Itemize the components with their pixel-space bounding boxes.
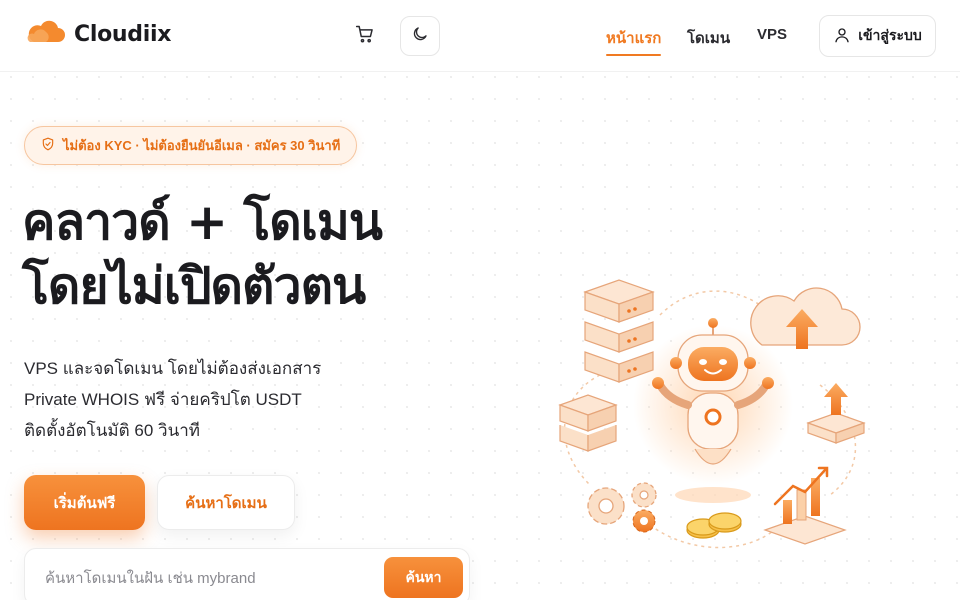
cloud-upload-icon [750, 287, 861, 349]
upload-box-icon [806, 383, 866, 444]
moon-icon [411, 25, 429, 48]
hero-illustration [530, 255, 890, 565]
search-submit-button[interactable]: ค้นหา [384, 557, 463, 598]
brand-logo[interactable]: Cloudiix [24, 18, 171, 51]
gear-icon-small [631, 482, 657, 533]
theme-toggle-button[interactable] [400, 16, 440, 56]
hero-badge: ไม่ต้อง KYC · ไม่ต้องยืนยันอีเมล · สมัคร… [24, 126, 358, 165]
gear-icon [587, 487, 625, 525]
search-domain-button[interactable]: ค้นหาโดเมน [157, 475, 295, 530]
login-label: เข้าสู่ระบบ [858, 27, 922, 43]
database-stack-icon [558, 394, 618, 452]
cloud-logo-icon [24, 18, 66, 51]
desc-line-1: VPS และจดโดเมน โดยไม่ต้องส่งเอกสาร [24, 359, 322, 378]
shield-check-icon [41, 137, 55, 154]
domain-search-box: ค้นหา [24, 548, 470, 600]
brand-name: Cloudiix [74, 22, 172, 47]
headline-line-2: โดยไม่เปิดตัวตน [22, 257, 366, 315]
nav-domain[interactable]: โดเมน [687, 26, 730, 50]
cart-button[interactable] [345, 16, 385, 56]
hero-headline: คลาวด์ + โดเมน โดยไม่เปิดตัวตน [22, 190, 383, 318]
coins-icon [686, 512, 742, 539]
login-button[interactable]: เข้าสู่ระบบ [819, 15, 936, 57]
start-free-button[interactable]: เริ่มต้นฟรี [24, 475, 145, 530]
desc-line-3: ติดตั้งอัตโนมัติ 60 วินาที [24, 421, 200, 440]
domain-search-input[interactable] [45, 566, 385, 590]
headline-line-1: คลาวด์ + โดเมน [22, 193, 383, 251]
top-navbar: Cloudiix หน้าแรก โดเมน VPS เข้าสู่ระบบ [0, 0, 960, 72]
user-icon [833, 26, 851, 47]
desc-line-2: Private WHOIS ฟรี จ่ายคริปโต USDT [24, 390, 302, 409]
growth-chart-icon [763, 466, 847, 545]
hero-description: VPS และจดโดเมน โดยไม่ต้องส่งเอกสาร Priva… [24, 353, 321, 446]
badge-text: ไม่ต้อง KYC · ไม่ต้องยืนยันอีเมล · สมัคร… [63, 138, 341, 153]
nav-vps[interactable]: VPS [757, 26, 787, 43]
server-stack-icon [583, 279, 655, 383]
nav-home[interactable]: หน้าแรก [606, 26, 662, 56]
cart-icon [355, 24, 375, 49]
